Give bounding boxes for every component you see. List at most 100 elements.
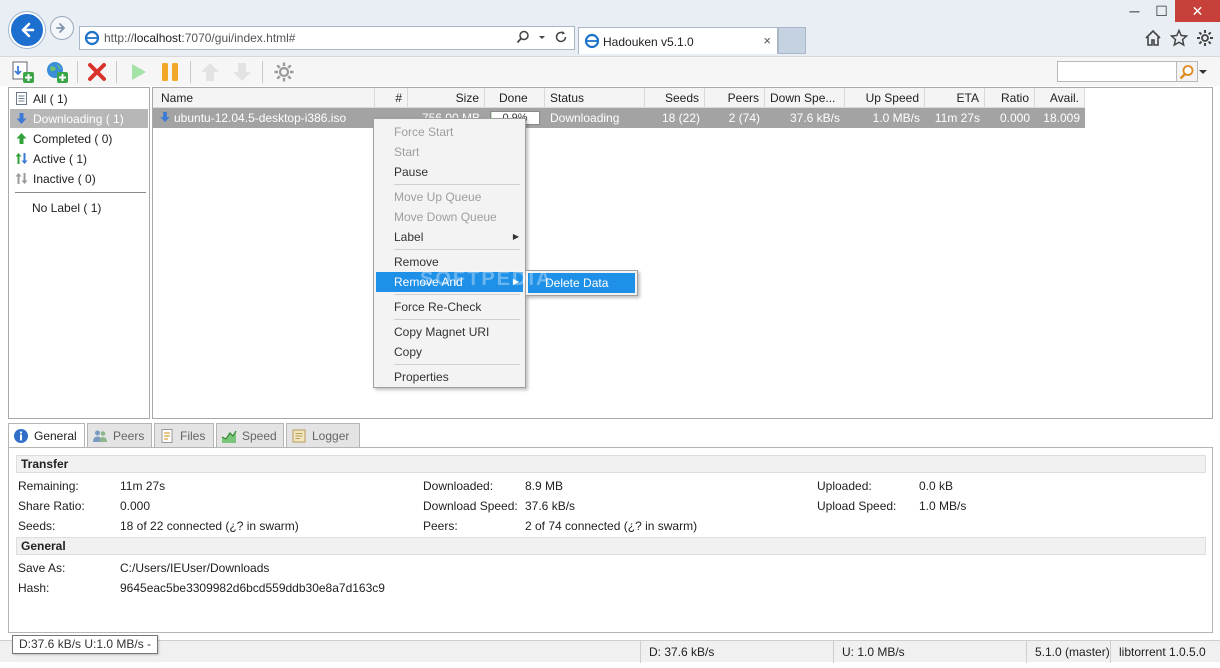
sidebar-item-active[interactable]: Active ( 1) <box>10 149 148 168</box>
chevron-down-icon[interactable] <box>538 30 546 44</box>
gear-icon <box>274 62 294 82</box>
maximize-button[interactable]: ☐ <box>1148 0 1175 22</box>
menu-item-copy[interactable]: Copy <box>376 342 523 362</box>
share-ratio-value: 0.000 <box>120 499 151 513</box>
tab-speed[interactable]: Speed <box>216 423 284 447</box>
tab-peers[interactable]: Peers <box>87 423 152 447</box>
sidebar-item-inactive[interactable]: Inactive ( 0) <box>10 169 148 188</box>
refresh-icon[interactable] <box>554 30 568 44</box>
home-icon[interactable] <box>1144 29 1162 47</box>
table-row[interactable]: ubuntu-12.04.5-desktop-i386.iso 756.00 M… <box>153 108 1085 128</box>
column-header-done[interactable]: Done <box>485 88 545 108</box>
download-speed-value: 37.6 kB/s <box>525 499 576 513</box>
settings-button[interactable] <box>272 60 296 84</box>
menu-item-force-start[interactable]: Force Start <box>376 122 523 142</box>
menu-item-move-up-queue[interactable]: Move Up Queue <box>376 187 523 207</box>
info-icon <box>13 428 29 444</box>
menu-separator <box>394 184 520 185</box>
sidebar-item-all[interactable]: All ( 1) <box>10 89 148 108</box>
menu-item-remove-and[interactable]: Remove And ▶ <box>376 272 523 292</box>
url-text: http://localhost:7070/gui/index.html# <box>104 31 296 45</box>
search-engine-dropdown[interactable] <box>1198 61 1208 82</box>
downloaded-label: Downloaded: <box>423 479 494 493</box>
favorites-star-icon[interactable] <box>1170 29 1188 47</box>
minimize-button[interactable]: ─ <box>1121 0 1148 22</box>
search-icon[interactable] <box>516 30 530 44</box>
remove-torrent-button[interactable] <box>85 60 109 84</box>
speed-chart-icon <box>221 428 237 444</box>
upload-speed-value: 1.0 MB/s <box>919 499 967 513</box>
sidebar-item-downloading[interactable]: Downloading ( 1) <box>10 109 148 128</box>
arrow-up-icon <box>201 63 219 81</box>
address-bar[interactable]: http://localhost:7070/gui/index.html# <box>79 26 575 50</box>
move-up-queue-button[interactable] <box>198 60 222 84</box>
column-header-ratio[interactable]: Ratio <box>985 88 1035 108</box>
tab-close-icon[interactable]: × <box>763 33 771 48</box>
cell-name: ubuntu-12.04.5-desktop-i386.iso <box>159 108 375 128</box>
tab-title: Hadouken v5.1.0 <box>603 35 694 49</box>
browser-side-icons <box>1144 29 1214 47</box>
ie-tab-icon <box>584 33 600 49</box>
status-download-speed: D: 37.6 kB/s <box>640 641 833 663</box>
toolbar-separator <box>190 61 191 83</box>
download-arrow-icon <box>14 112 28 126</box>
active-arrows-icon <box>14 152 28 166</box>
browser-tab[interactable]: Hadouken v5.1.0 × <box>578 27 778 54</box>
torrent-list: Name # Size Done Status Seeds Peers Down… <box>152 87 1213 419</box>
tab-logger[interactable]: Logger <box>286 423 360 447</box>
sidebar-item-completed[interactable]: Completed ( 0) <box>10 129 148 148</box>
column-header-avail[interactable]: Avail. <box>1035 88 1085 108</box>
cell-down-speed: 37.6 kB/s <box>789 111 840 125</box>
cell-avail: 18.009 <box>1043 111 1080 125</box>
pause-icon <box>162 63 178 81</box>
column-header-name[interactable]: Name <box>153 88 375 108</box>
menu-item-force-recheck[interactable]: Force Re-Check <box>376 297 523 317</box>
column-header-seeds[interactable]: Seeds <box>645 88 705 108</box>
new-tab-button[interactable] <box>778 27 806 54</box>
cell-peers: 2 (74) <box>728 111 760 125</box>
general-details-panel: Transfer Remaining: 11m 27s Share Ratio:… <box>8 447 1213 633</box>
hash-value: 9645eac5be3309982d6bcd559ddb30e8a7d163c9 <box>120 581 385 595</box>
pause-button[interactable] <box>158 60 182 84</box>
cell-seeds: 18 (22) <box>661 111 700 125</box>
column-header-eta[interactable]: ETA <box>925 88 985 108</box>
status-libtorrent: libtorrent 1.0.5.0 <box>1110 641 1220 663</box>
column-header-queue[interactable]: # <box>375 88 408 108</box>
column-header-status[interactable]: Status <box>545 88 645 108</box>
upload-speed-label: Upload Speed: <box>817 499 897 513</box>
column-header-up-speed[interactable]: Up Speed <box>845 88 925 108</box>
menu-item-copy-magnet-uri[interactable]: Copy Magnet URI <box>376 322 523 342</box>
tab-general[interactable]: General <box>8 423 85 448</box>
torrent-search-button[interactable] <box>1176 61 1198 82</box>
menu-item-remove[interactable]: Remove <box>376 252 523 272</box>
close-window-button[interactable]: ✕ <box>1175 0 1220 22</box>
add-torrent-url-button[interactable] <box>45 60 69 84</box>
add-torrent-file-button[interactable] <box>11 60 35 84</box>
column-header-peers[interactable]: Peers <box>705 88 765 108</box>
forward-button[interactable] <box>50 16 74 40</box>
magnifier-icon <box>1179 64 1194 79</box>
back-arrow-icon <box>21 22 35 38</box>
settings-gear-icon[interactable] <box>1196 29 1214 47</box>
menu-item-properties[interactable]: Properties <box>376 367 523 387</box>
sidebar-item-label: Downloading ( 1) <box>33 111 124 126</box>
peers-icon <box>92 428 108 444</box>
menu-item-label[interactable]: Label ▶ <box>376 227 523 247</box>
tab-files[interactable]: Files <box>154 423 214 447</box>
menu-item-start[interactable]: Start <box>376 142 523 162</box>
menu-item-move-down-queue[interactable]: Move Down Queue <box>376 207 523 227</box>
torrent-name: ubuntu-12.04.5-desktop-i386.iso <box>174 111 347 125</box>
start-button[interactable] <box>126 60 150 84</box>
cell-up-speed: 1.0 MB/s <box>872 111 920 125</box>
back-button[interactable] <box>9 12 45 48</box>
sidebar-divider <box>15 192 146 193</box>
column-header-size[interactable]: Size <box>408 88 485 108</box>
torrent-search-input[interactable] <box>1057 61 1177 82</box>
inactive-arrows-icon <box>14 172 28 186</box>
menu-item-delete-data[interactable]: Delete Data <box>528 273 635 293</box>
move-down-queue-button[interactable] <box>230 60 254 84</box>
sidebar-item-no-label[interactable]: No Label ( 1) <box>10 198 148 217</box>
column-header-down-speed[interactable]: Down Spe... <box>765 88 845 108</box>
share-ratio-label: Share Ratio: <box>18 499 85 513</box>
menu-item-pause[interactable]: Pause <box>376 162 523 182</box>
